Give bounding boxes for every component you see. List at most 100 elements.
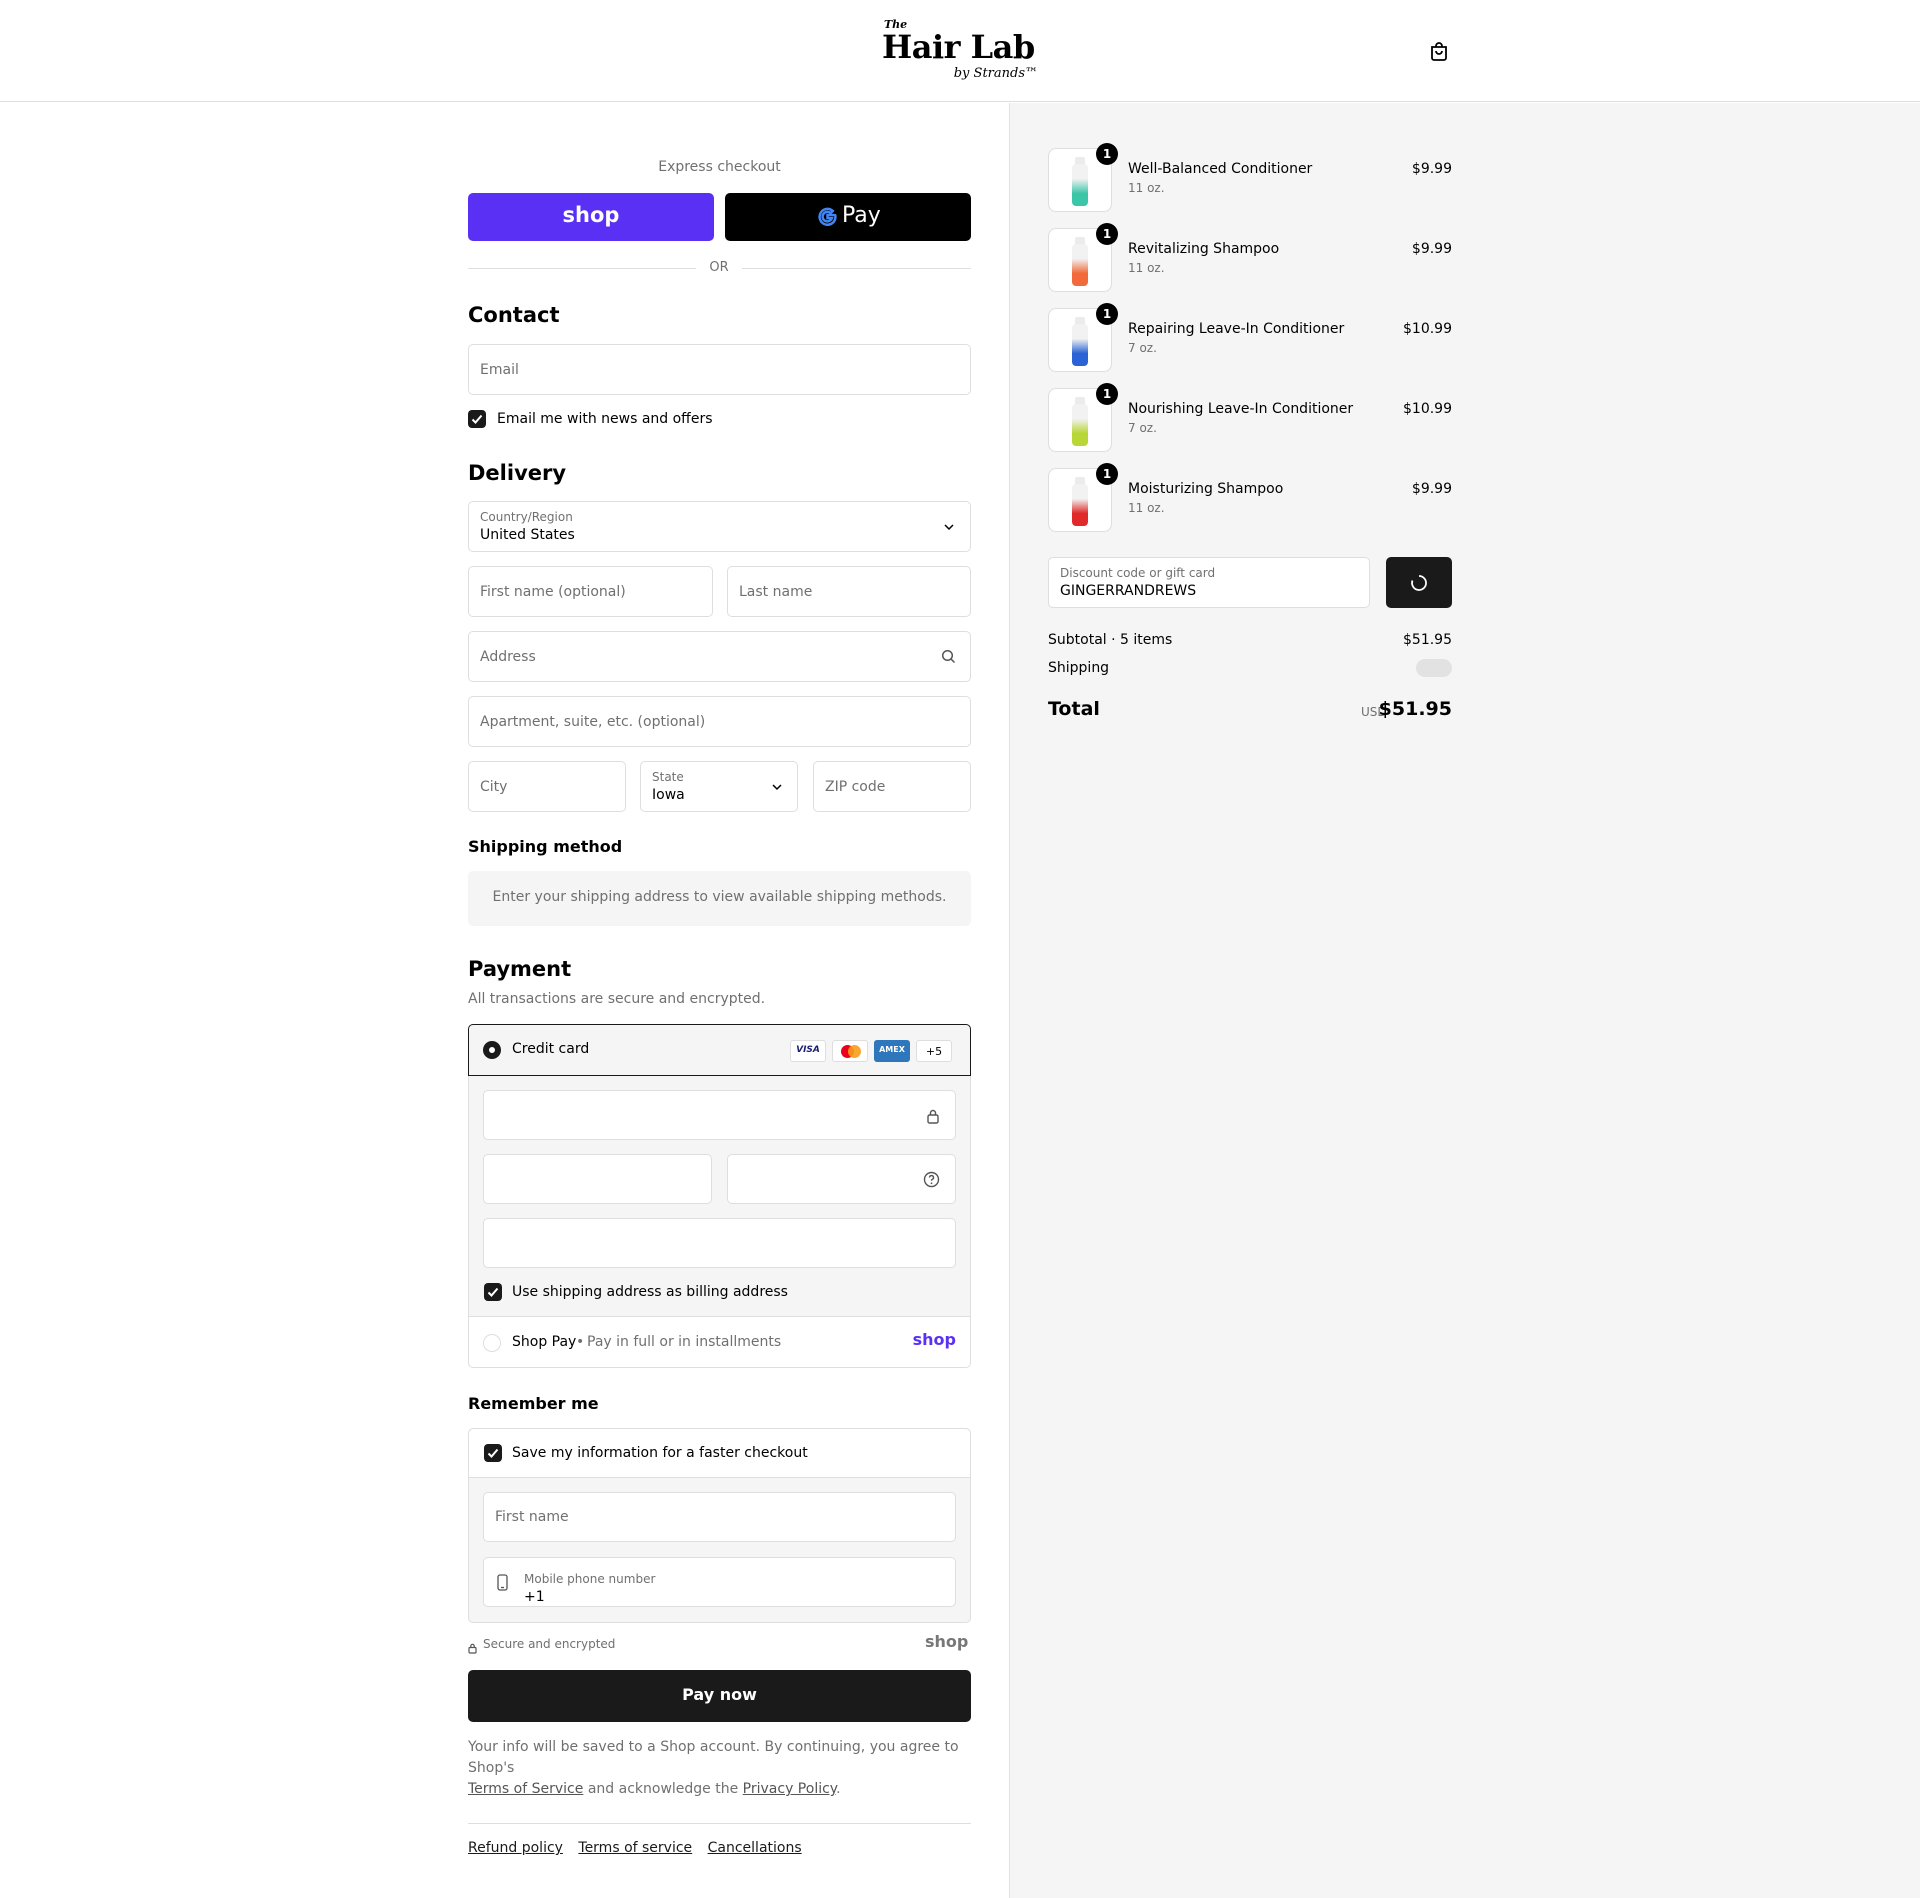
or-divider-right: [742, 268, 971, 269]
footer-divider: [468, 1823, 971, 1824]
visa-icon: VISA: [790, 1040, 826, 1062]
contact-title: Contact: [468, 303, 560, 327]
header: The Hair Lab by Strands™: [0, 0, 1920, 102]
cancellations-link[interactable]: Cancellations: [708, 1840, 802, 1856]
billing-checkbox[interactable]: [484, 1283, 502, 1301]
help-circle-icon[interactable]: [923, 1171, 940, 1192]
or-divider-label: OR: [709, 260, 729, 275]
product-name: Nourishing Leave-In Conditioner: [1128, 401, 1354, 417]
product-bottle-image: [1072, 404, 1088, 446]
save-info-checkbox[interactable]: [484, 1444, 502, 1462]
zip-field[interactable]: ZIP code: [813, 761, 971, 812]
pay-now-button[interactable]: Pay now: [468, 1670, 971, 1722]
country-select[interactable]: Country/Region United States: [468, 501, 971, 552]
product-price: $9.99: [1411, 161, 1452, 177]
product-name: Repairing Leave-In Conditioner: [1128, 321, 1345, 337]
email-field[interactable]: Email: [468, 344, 971, 395]
address-field[interactable]: Address: [468, 631, 971, 682]
product-name: Moisturizing Shampoo: [1128, 481, 1284, 497]
total-label: Total: [1048, 698, 1100, 720]
news-checkbox-label: Email me with news and offers: [497, 411, 713, 427]
quantity-badge: 1: [1096, 303, 1118, 325]
card-number-field[interactable]: [483, 1090, 956, 1140]
quantity-badge: 1: [1096, 223, 1118, 245]
shop-pay-radio[interactable]: [483, 1334, 501, 1352]
shop-pay-button[interactable]: shop: [468, 193, 714, 241]
mobile-phone-field[interactable]: Mobile phone number +1: [483, 1557, 956, 1607]
quantity-badge: 1: [1096, 383, 1118, 405]
last-name-field[interactable]: Last name: [727, 566, 971, 617]
state-value: Iowa: [652, 787, 685, 803]
product-bottle-image: [1072, 244, 1088, 286]
privacy-policy-link[interactable]: Privacy Policy: [743, 1781, 836, 1797]
apartment-field[interactable]: Apartment, suite, etc. (optional): [468, 696, 971, 747]
mobile-phone-label: Mobile phone number: [524, 1572, 656, 1586]
shop-pay-label: Shop Pay: [512, 1334, 577, 1350]
subtotal-value: $51.95: [1403, 632, 1452, 648]
shop-pay-logo: shop: [912, 1330, 956, 1349]
city-field[interactable]: City: [468, 761, 626, 812]
zip-placeholder: ZIP code: [825, 778, 886, 795]
more-brands-badge: +5: [916, 1040, 952, 1062]
refund-policy-link[interactable]: Refund policy: [468, 1840, 563, 1856]
google-g-icon: [817, 206, 838, 231]
or-divider-left: [468, 268, 696, 269]
order-summary: [1009, 103, 1920, 1898]
remember-me-title: Remember me: [468, 1394, 599, 1413]
product-size: 11 oz.: [1128, 261, 1165, 275]
legal-text-1: Your info will be saved to a Shop accoun…: [468, 1739, 959, 1776]
chevron-down-icon: [942, 520, 956, 534]
chevron-down-icon: [770, 780, 784, 794]
city-placeholder: City: [480, 778, 508, 795]
product-size: 11 oz.: [1128, 501, 1165, 515]
credit-card-radio[interactable]: [483, 1041, 501, 1059]
google-pay-button[interactable]: Pay: [725, 193, 971, 241]
news-checkbox[interactable]: [468, 410, 486, 428]
quantity-badge: 1: [1096, 143, 1118, 165]
secure-encrypted-label: Secure and encrypted: [483, 1637, 616, 1651]
legal-text-2: and acknowledge the: [587, 1781, 739, 1797]
country-label: Country/Region: [480, 510, 573, 524]
credit-card-label: Credit card: [512, 1041, 590, 1057]
last-name-placeholder: Last name: [739, 583, 813, 600]
apartment-placeholder: Apartment, suite, etc. (optional): [480, 713, 706, 730]
mastercard-icon: [832, 1040, 868, 1062]
subtotal-label: Subtotal · 5 items: [1048, 632, 1173, 648]
shipping-label: Shipping: [1048, 660, 1110, 676]
store-logo[interactable]: The Hair Lab by Strands™: [882, 18, 1042, 86]
shop-pay-separator: •: [576, 1334, 585, 1350]
logo-main-text: Hair Lab: [882, 28, 1035, 66]
expiry-field[interactable]: [483, 1154, 712, 1204]
security-code-field[interactable]: [727, 1154, 956, 1204]
mobile-phone-value: +1: [524, 1589, 545, 1605]
logo-by-text: by Strands™: [953, 66, 1038, 81]
credit-card-option[interactable]: Credit card VISA AMEX +5: [468, 1024, 971, 1076]
billing-checkbox-label: Use shipping address as billing address: [512, 1284, 788, 1300]
legal-text-3: .: [836, 1781, 841, 1797]
express-checkout-label: Express checkout: [658, 159, 781, 175]
search-icon: [941, 649, 956, 668]
amex-icon: AMEX: [874, 1040, 910, 1062]
shop-pay-option[interactable]: Shop Pay • Pay in full or in installment…: [469, 1318, 970, 1367]
shop-terms-link[interactable]: Terms of Service: [468, 1781, 583, 1797]
payment-subtitle: All transactions are secure and encrypte…: [468, 991, 766, 1007]
shipping-method-message: Enter your shipping address to view avai…: [492, 889, 947, 905]
shipping-method-notice: Enter your shipping address to view avai…: [468, 871, 971, 926]
apply-discount-button[interactable]: [1386, 557, 1452, 608]
pay-now-label: Pay now: [682, 1685, 757, 1704]
cart-icon[interactable]: [1428, 40, 1450, 62]
product-name: Revitalizing Shampoo: [1128, 241, 1280, 257]
total-value: $51.95: [1378, 698, 1452, 720]
shipping-value-placeholder: [1416, 659, 1452, 677]
terms-of-service-link[interactable]: Terms of service: [578, 1840, 692, 1856]
state-select[interactable]: State Iowa: [640, 761, 798, 812]
shop-pay-button-label: shop: [562, 203, 620, 227]
first-name-field[interactable]: First name (optional): [468, 566, 713, 617]
name-on-card-field[interactable]: [483, 1218, 956, 1268]
spinner-icon: [1410, 574, 1428, 596]
discount-code-value: GINGERRANDREWS: [1060, 583, 1197, 599]
remember-first-name-field[interactable]: First name: [483, 1492, 956, 1542]
first-name-placeholder: First name (optional): [480, 583, 626, 600]
discount-code-field[interactable]: Discount code or gift card GINGERRANDREW…: [1048, 557, 1370, 608]
product-price: $10.99: [1403, 321, 1452, 337]
